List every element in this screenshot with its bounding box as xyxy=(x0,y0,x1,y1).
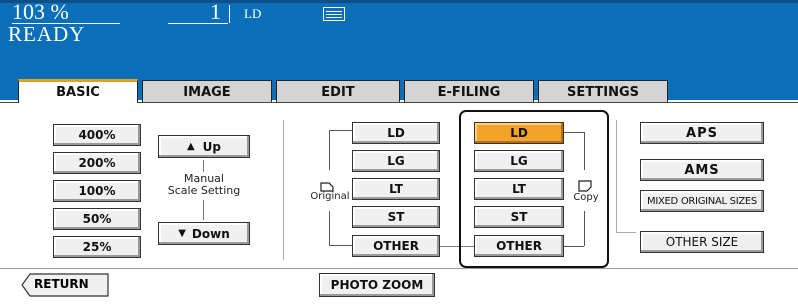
status-band xyxy=(0,0,798,3)
zoom-ratio-readout: 103 % xyxy=(12,0,69,24)
original-label: Original xyxy=(310,191,350,202)
copies-divider xyxy=(229,5,230,23)
tab-image[interactable]: IMAGE xyxy=(142,80,272,103)
tab-image-label: IMAGE xyxy=(183,84,231,100)
zoom-down-label: Down xyxy=(191,226,230,241)
original-ld-button[interactable]: LD xyxy=(352,122,440,144)
copy-ld-button[interactable]: LD xyxy=(474,122,564,144)
original-bracket-top xyxy=(329,130,353,131)
copy-bracket-upper xyxy=(584,132,585,170)
zoom-25-button[interactable]: 25% xyxy=(53,236,141,258)
zoom-100-button[interactable]: 100% xyxy=(53,180,141,202)
scale-connector-bottom xyxy=(203,200,204,220)
original-st-button[interactable]: ST xyxy=(352,206,440,228)
copy-lt-button[interactable]: LT xyxy=(474,178,564,200)
right-separator xyxy=(616,120,617,232)
paper-tray-icon xyxy=(323,7,345,21)
scale-connector-top xyxy=(203,160,204,172)
tab-edit[interactable]: EDIT xyxy=(276,80,400,103)
triangle-up-icon: ▲ xyxy=(186,141,195,152)
original-bracket-upper xyxy=(329,130,330,170)
mixed-original-sizes-button[interactable]: MIXED ORIGINAL SIZES xyxy=(640,190,764,212)
manual-scale-label: Manual Scale Setting xyxy=(150,173,258,197)
section-separator xyxy=(283,120,284,260)
tab-basic[interactable]: BASIC xyxy=(18,79,138,103)
copy-bracket-top xyxy=(564,132,584,133)
return-button[interactable]: RETURN xyxy=(20,273,110,297)
photo-zoom-button[interactable]: PHOTO ZOOM xyxy=(319,273,435,297)
status-message: READY xyxy=(8,22,86,46)
tab-settings[interactable]: SETTINGS xyxy=(538,80,668,103)
copy-count-readout: 1 xyxy=(210,0,221,24)
copy-document-icon xyxy=(578,177,592,192)
copy-other-button[interactable]: OTHER xyxy=(474,235,564,257)
original-lg-button[interactable]: LG xyxy=(352,150,440,172)
tab-basic-label: BASIC xyxy=(56,85,100,100)
tab-settings-label: SETTINGS xyxy=(566,84,640,100)
original-bracket-bottom xyxy=(329,245,353,246)
original-bracket-lower xyxy=(329,211,330,245)
original-lt-button[interactable]: LT xyxy=(352,178,440,200)
copy-st-button[interactable]: ST xyxy=(474,206,564,228)
tab-edit-label: EDIT xyxy=(321,84,355,100)
tab-e-filing[interactable]: E-FILING xyxy=(404,80,534,103)
zoom-400-button[interactable]: 400% xyxy=(53,124,141,146)
zoom-up-label: Up xyxy=(202,139,222,154)
original-document-icon xyxy=(320,177,334,192)
triangle-down-icon: ▼ xyxy=(178,228,186,239)
ams-button[interactable]: AMS xyxy=(640,159,764,181)
zoom-200-button[interactable]: 200% xyxy=(53,152,141,174)
zoom-down-button[interactable]: ▼ Down xyxy=(158,222,250,245)
copy-bracket-lower xyxy=(584,211,585,246)
zoom-50-button[interactable]: 50% xyxy=(53,208,141,230)
bottom-divider xyxy=(0,268,798,269)
tab-e-filing-label: E-FILING xyxy=(437,84,501,100)
copy-lg-button[interactable]: LG xyxy=(474,150,564,172)
aps-button[interactable]: APS xyxy=(640,122,764,144)
manual-label-line2: Scale Setting xyxy=(167,184,241,197)
original-other-button[interactable]: OTHER xyxy=(352,235,440,257)
copy-label: Copy xyxy=(573,192,599,203)
copies-underline xyxy=(168,23,228,24)
copy-bracket-bottom xyxy=(564,246,584,247)
zoom-up-button[interactable]: ▲ Up xyxy=(158,135,250,158)
paper-size-readout: LD xyxy=(244,6,262,21)
other-size-button[interactable]: OTHER SIZE xyxy=(640,231,764,253)
right-separator-foot xyxy=(616,232,636,233)
return-label: RETURN xyxy=(34,277,89,291)
